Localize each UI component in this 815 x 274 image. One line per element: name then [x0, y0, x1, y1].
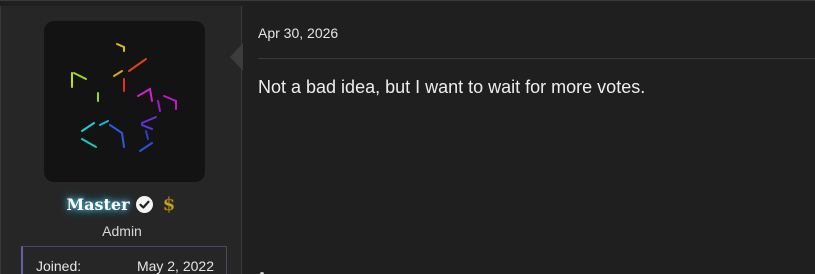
user-extras: Joined: May 2, 2022 [21, 246, 227, 274]
dollar-coin-icon: $ [160, 193, 178, 216]
user-name-row: Master $ [1, 193, 243, 217]
header-divider [258, 58, 815, 59]
message-content: Apr 30, 2026 Not a bad idea, but I want … [242, 6, 815, 274]
user-info-panel: Master $ Admin Joined: May 2, 2022 [0, 6, 243, 274]
username-link[interactable]: Master [66, 195, 129, 214]
joined-value: May 2, 2022 [136, 258, 214, 274]
verified-check-icon [135, 195, 153, 213]
user-avatar[interactable] [44, 21, 205, 182]
avatar-logo-icon [71, 43, 177, 152]
joined-label: Joined: [36, 258, 82, 274]
post-date-link[interactable]: Apr 30, 2026 [258, 25, 338, 41]
message-post: Master $ Admin Joined: May 2, 2022 Apr 30… [0, 0, 815, 274]
svg-text:$: $ [162, 194, 175, 215]
user-title: Admin [102, 223, 142, 239]
message-body: Not a bad idea, but I want to wait for m… [258, 77, 646, 97]
